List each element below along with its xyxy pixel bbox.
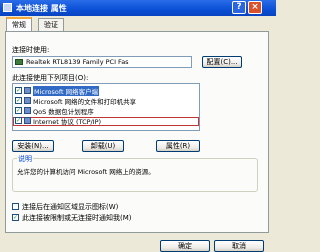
- file-sharing-icon: [24, 97, 31, 104]
- window-title: 本地连接 属性: [16, 4, 67, 13]
- qos-scheduler-icon: [24, 107, 31, 114]
- protocol-icon: [24, 117, 31, 124]
- list-item[interactable]: ✓ Internet 协议 (TCP/IP): [13, 117, 199, 126]
- item-checkbox[interactable]: ✓: [15, 97, 22, 104]
- description-text: 允许您的计算机访问 Microsoft 网络上的资源。: [17, 168, 155, 176]
- list-item[interactable]: ✓ QoS 数据包计划程序: [13, 107, 199, 116]
- description-legend: 说明: [17, 154, 33, 164]
- item-checkbox[interactable]: ✓: [15, 117, 22, 124]
- notify-label: 此连接被限制或无连接时通知我(M): [22, 214, 132, 222]
- cancel-button[interactable]: 取消: [214, 240, 264, 252]
- ok-button[interactable]: 确定: [160, 240, 210, 252]
- configure-button[interactable]: 配置(C)...: [202, 56, 242, 68]
- uninstall-button[interactable]: 卸载(U): [82, 140, 124, 152]
- title-bar: 本地连接 属性 ? ×: [0, 0, 276, 16]
- item-checkbox[interactable]: ✓: [15, 107, 22, 114]
- description-group: 说明 允许您的计算机访问 Microsoft 网络上的资源。: [12, 154, 258, 192]
- show-icon-checkbox[interactable]: [12, 203, 19, 210]
- notify-checkbox[interactable]: ✓: [12, 214, 19, 221]
- connect-using-label: 连接时使用:: [12, 46, 50, 54]
- properties-button[interactable]: 属性(R): [156, 140, 200, 152]
- show-icon-label: 连接后在通知区域显示图标(W): [22, 203, 119, 211]
- components-list[interactable]: ✓ Microsoft 网络客户端 ✓ Microsoft 网络的文件和打印机共…: [12, 83, 200, 131]
- list-item[interactable]: ✓ Microsoft 网络客户端: [13, 86, 199, 96]
- adapter-field: Realtek RTL8139 Family PCI Fas: [12, 56, 192, 68]
- help-button[interactable]: ?: [232, 1, 246, 14]
- list-item[interactable]: ✓ Microsoft 网络的文件和打印机共享: [13, 97, 199, 106]
- item-label: Microsoft 网络的文件和打印机共享: [33, 98, 137, 106]
- install-button[interactable]: 安装(N)...: [12, 140, 54, 152]
- general-tab-panel: 连接时使用: Realtek RTL8139 Family PCI Fas 配置…: [5, 31, 269, 233]
- items-label: 此连接使用下列项目(O):: [12, 74, 89, 82]
- network-adapter-icon: [15, 59, 23, 65]
- tab-authentication[interactable]: 验证: [38, 18, 64, 32]
- network-client-icon: [24, 87, 31, 94]
- adapter-name: Realtek RTL8139 Family PCI Fas: [26, 58, 129, 66]
- close-button[interactable]: ×: [248, 1, 262, 14]
- item-label: QoS 数据包计划程序: [33, 108, 94, 116]
- item-label: Microsoft 网络客户端: [33, 86, 100, 96]
- network-connection-icon: [3, 3, 12, 12]
- item-label: Internet 协议 (TCP/IP): [33, 118, 102, 126]
- item-checkbox[interactable]: ✓: [15, 87, 22, 94]
